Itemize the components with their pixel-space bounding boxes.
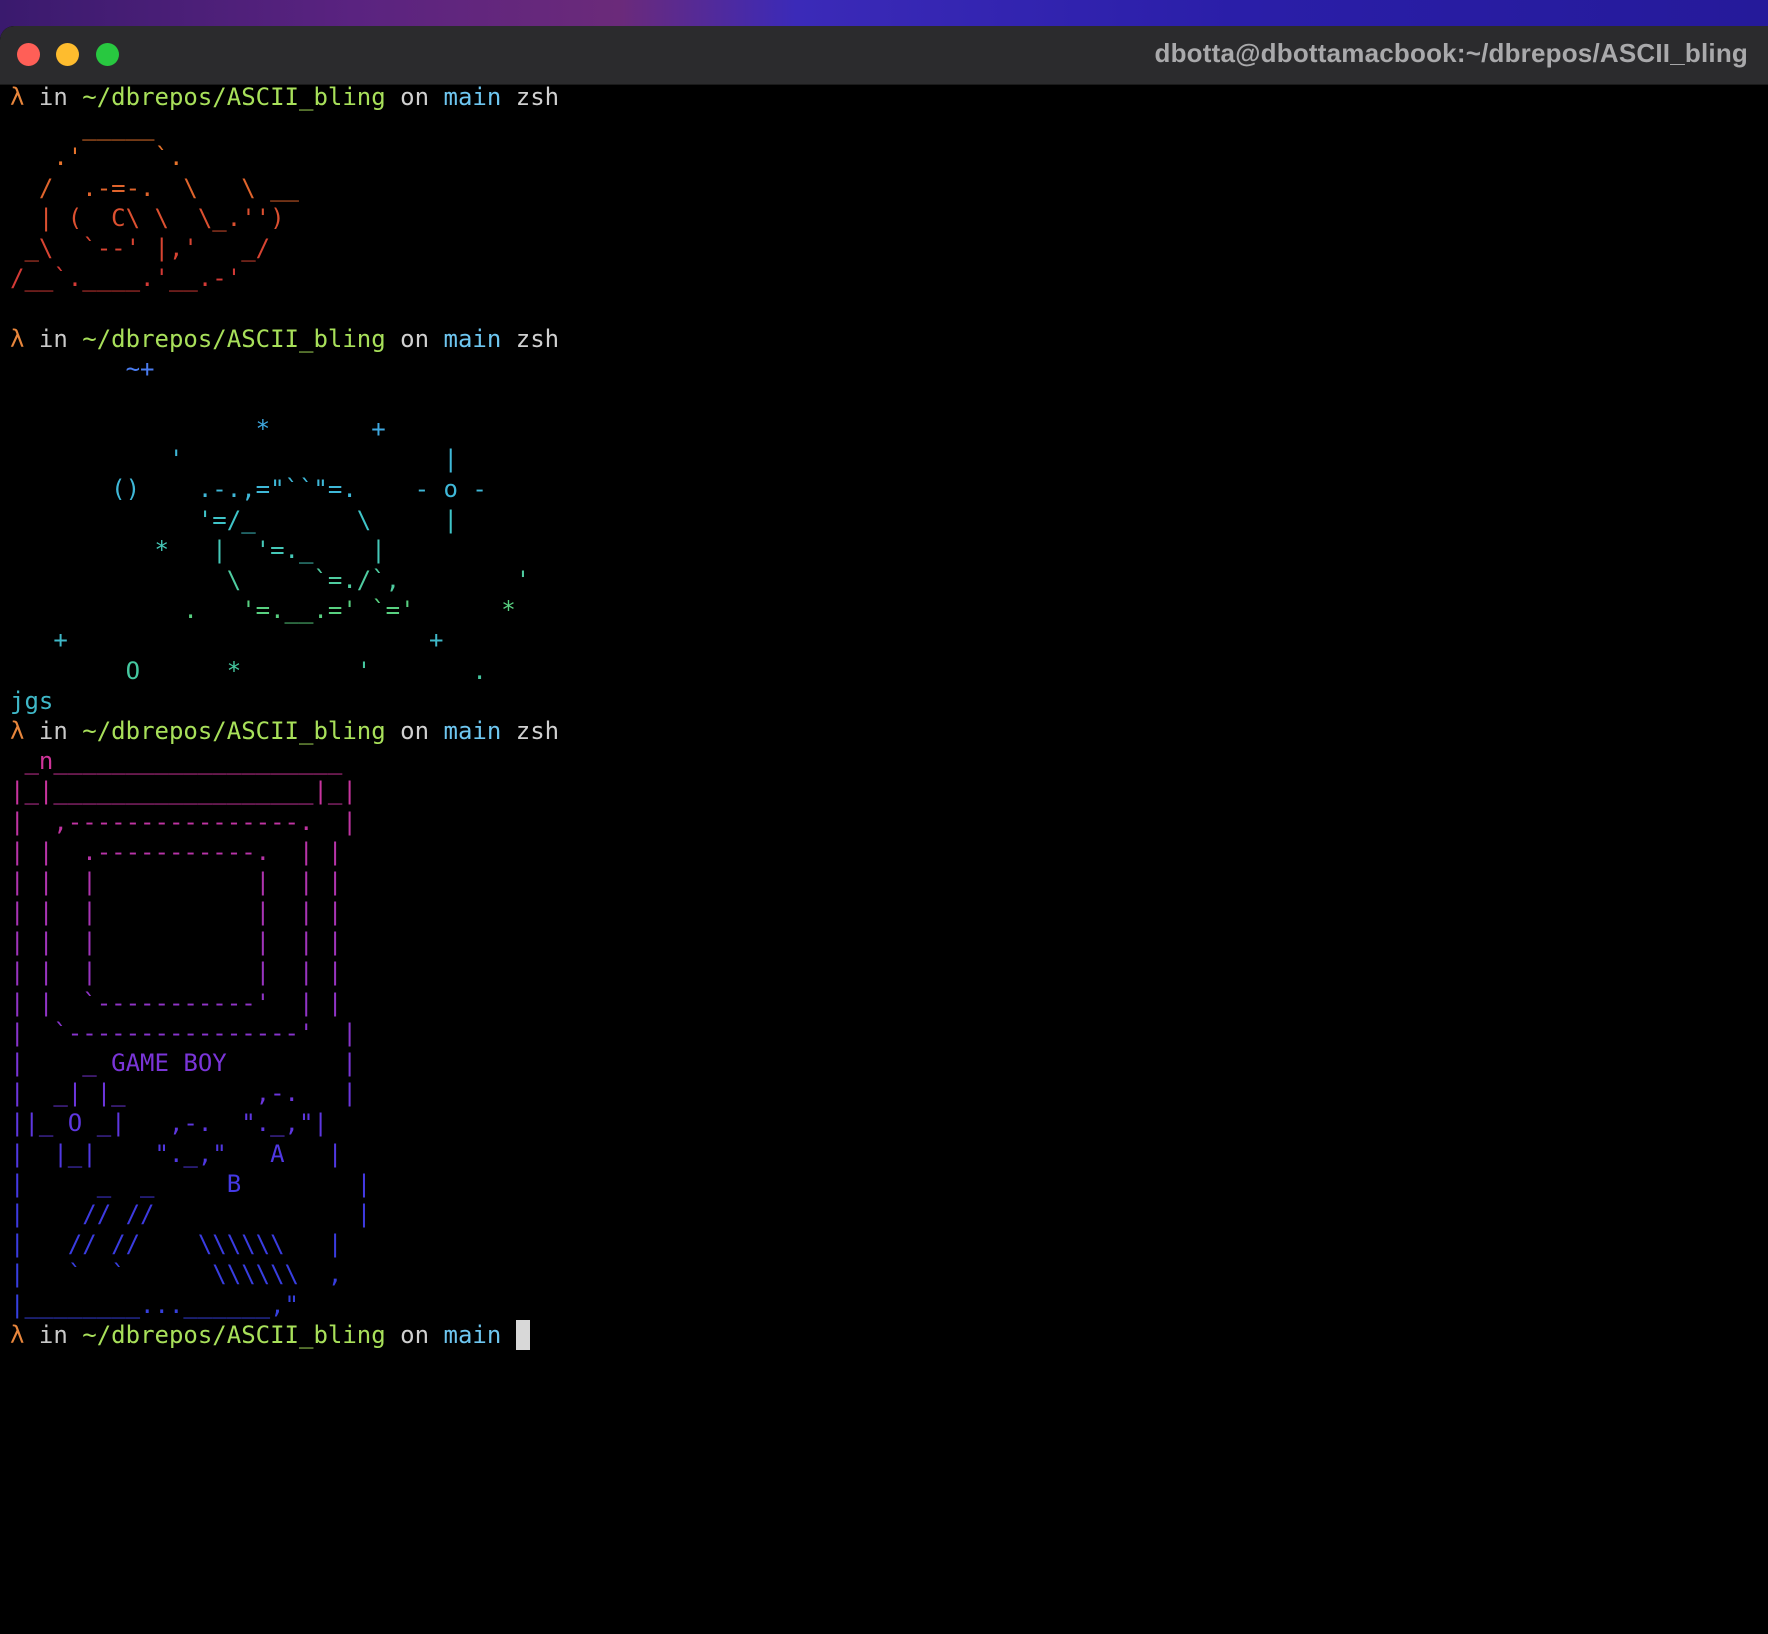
prompt-on: on [400,83,430,111]
prompt-path: ~/dbrepos/ASCII_bling [82,83,386,111]
ascii-line: + + [10,626,444,655]
prompt-in: in [38,83,68,111]
ascii-line: | |_| "._," A | [10,1139,343,1168]
ascii-line: | | | | | | [10,867,343,896]
text-cursor[interactable] [515,1319,530,1350]
ascii-line: | // // | [10,1199,372,1228]
ascii-line: .' `. [10,143,184,172]
prompt-path: ~/dbrepos/ASCII_bling [82,1320,386,1349]
ascii-line: \ `=./`, ' [10,566,531,594]
ascii-line: | _ _ B | [10,1169,372,1198]
ascii-line: ||_ O _| ,-. "._,"| [10,1109,328,1138]
prompt-path: ~/dbrepos/ASCII_bling [82,716,386,745]
ascii-line: | _ GAME BOY | [10,1049,357,1077]
ascii-line: | | `-----------' | | [10,988,343,1017]
prompt-shell: zsh [515,83,560,111]
maximize-button[interactable] [96,43,119,66]
prompt-shell: zsh [515,716,560,745]
ascii-line: ~+ [10,354,155,383]
ascii-line: * + [10,415,386,444]
ascii-line: |_|__________________|_| [10,777,357,806]
prompt-lambda: λ [10,1320,25,1349]
ascii-line: | | .-----------. | | [10,837,343,866]
close-button[interactable] [17,43,40,66]
prompt-branch: main [443,716,502,745]
ascii-line: | ,----------------. | [10,807,357,836]
prompt-line: λ in ~/dbrepos/ASCII_bling on main zsh [10,82,1750,112]
prompt-on: on [400,716,430,745]
ascii-line: _____ [10,113,155,142]
prompt-in: in [38,716,68,745]
ascii-line: | | | | | | [10,928,343,957]
ascii-line: . '=.__.=' `=' * [10,596,516,625]
prompt-lambda: λ [10,716,25,745]
prompt-in: in [38,1320,68,1349]
ascii-line: '=/_ \ | [10,505,458,534]
ascii-line: _n____________________ [10,747,343,776]
ascii-line: | `----------------' | [10,1018,357,1047]
ascii-line: O * ' . [10,656,487,685]
ascii-line: _\ `--' |,' _/ [10,233,271,262]
title-bar[interactable]: dbotta@dbottamacbook:~/dbrepos/ASCII_bli… [0,26,1768,85]
ascii-line: /__`.____.'__.-' [10,264,242,293]
prompt-on: on [400,1320,430,1349]
minimize-button[interactable] [56,43,79,66]
ascii-line: | ( C\ \ \_.'') [10,203,285,232]
prompt-in: in [38,324,68,353]
snail-art: _____ .' `. / .-=-. \ \ __ | ( C\ \ \_.'… [10,112,1750,293]
planet-art: ~+ * + ' | () .-.,="``"=. - o - '=/_ \ |… [10,354,1750,716]
prompt-path: ~/dbrepos/ASCII_bling [82,324,386,353]
window-title: dbotta@dbottamacbook:~/dbrepos/ASCII_bli… [1154,38,1748,68]
prompt-on: on [400,324,430,353]
prompt-line: λ in ~/dbrepos/ASCII_bling on main zsh [10,324,1750,354]
ascii-line: | _| |_ ,-. | [10,1079,357,1108]
prompt-shell: zsh [515,324,560,353]
ascii-line: | | | | | | [10,958,343,987]
ascii-line: | | | | | | [10,898,343,927]
prompt-line: λ in ~/dbrepos/ASCII_bling on main [10,1319,1750,1350]
ascii-line: jgs [10,686,54,715]
prompt-lambda: λ [10,324,25,353]
prompt-branch: main [443,324,502,353]
prompt-branch: main [443,83,502,111]
ascii-line: * | '=._ | [10,535,386,564]
prompt-line: λ in ~/dbrepos/ASCII_bling on main zsh [10,716,1750,746]
prompt-lambda: λ [10,83,25,111]
ascii-line: / .-=-. \ \ __ [10,173,299,202]
ascii-line [10,384,1750,414]
ascii-line: | ` ` \\\\\\ , [10,1260,343,1289]
ascii-line: ' | [10,445,458,474]
gameboy-art: _n____________________ |_|_______________… [10,746,1750,1320]
ascii-line: |________...______," [10,1290,299,1319]
ascii-line: | // // \\\\\\ | [10,1230,343,1259]
terminal-output[interactable]: λ in ~/dbrepos/ASCII_bling on main zsh _… [10,82,1750,1582]
ascii-line: () .-.,="``"=. - o - [10,475,487,504]
prompt-branch: main [443,1320,502,1349]
